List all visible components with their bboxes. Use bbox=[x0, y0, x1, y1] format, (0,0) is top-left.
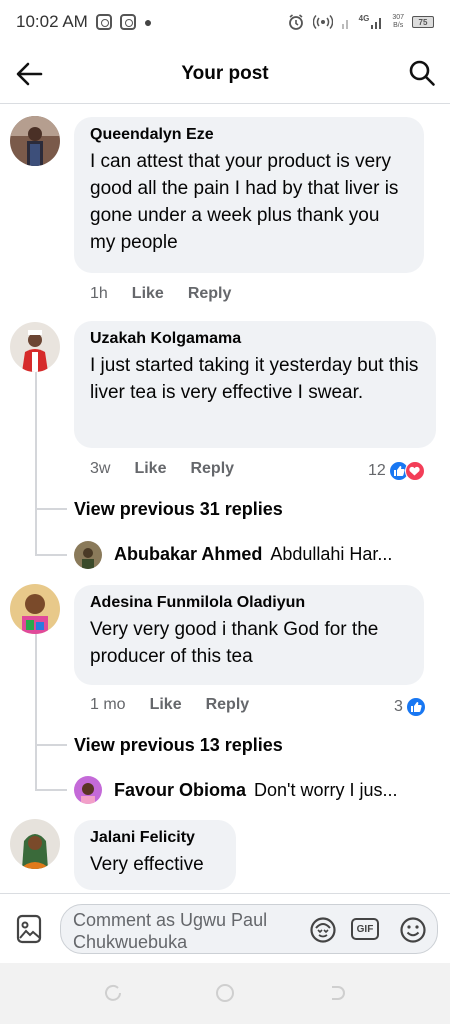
love-reaction-icon bbox=[404, 461, 425, 481]
recent-apps-icon[interactable] bbox=[103, 983, 123, 1003]
reply-button[interactable]: Reply bbox=[188, 285, 232, 303]
thread-line bbox=[35, 554, 67, 556]
comment-text: I can attest that your product is very g… bbox=[90, 151, 399, 253]
avatar[interactable] bbox=[74, 776, 102, 804]
reply-button[interactable]: Reply bbox=[206, 696, 250, 714]
emoji-icon[interactable] bbox=[399, 916, 427, 944]
status-time: 10:02 AM bbox=[16, 12, 88, 31]
reaction-summary[interactable]: 12 bbox=[368, 461, 425, 481]
system-nav-bar bbox=[0, 963, 450, 1024]
network-type: 4G bbox=[358, 14, 370, 23]
comment-bubble[interactable]: Queendalyn Eze I can attest that your pr… bbox=[74, 117, 424, 273]
photo-icon[interactable] bbox=[16, 914, 42, 944]
search-icon[interactable] bbox=[408, 59, 436, 87]
avatar[interactable] bbox=[74, 541, 102, 569]
comment-bubble[interactable]: Adesina Funmilola Oladiyun Very very goo… bbox=[74, 585, 424, 685]
comment-actions: 1 mo Like Reply bbox=[90, 696, 273, 714]
reaction-count: 12 bbox=[368, 462, 386, 479]
net-speed: 307 B/s bbox=[392, 14, 404, 30]
thread-line bbox=[35, 634, 37, 791]
comment-composer: Comment as Ugwu Paul Chukwuebuka GIF bbox=[0, 893, 450, 963]
app-header: Your post bbox=[0, 44, 450, 104]
like-button[interactable]: Like bbox=[150, 696, 182, 714]
view-previous-replies[interactable]: View previous 31 replies bbox=[74, 499, 283, 520]
reply-text: Don't worry I jus... bbox=[254, 780, 398, 800]
comment-bubble[interactable]: Jalani Felicity Very effective bbox=[74, 820, 236, 890]
thread-line bbox=[35, 508, 67, 510]
thread-line bbox=[35, 744, 67, 746]
thread-line bbox=[35, 372, 37, 556]
latest-reply[interactable]: Favour Obioma Don't worry I jus... bbox=[114, 780, 444, 801]
comment-actions: 1h Like Reply bbox=[90, 285, 255, 303]
comment-time: 3w bbox=[90, 460, 111, 477]
comment-placeholder: Comment as Ugwu Paul Chukwuebuka bbox=[73, 910, 268, 952]
reply-author[interactable]: Favour Obioma bbox=[114, 780, 246, 801]
net-speed-value: 307 bbox=[392, 14, 404, 21]
comment-author[interactable]: Adesina Funmilola Oladiyun bbox=[90, 594, 408, 612]
alarm-icon bbox=[288, 14, 303, 30]
comment-time: 1h bbox=[90, 285, 108, 302]
back-arrow-icon[interactable] bbox=[14, 59, 44, 89]
home-icon[interactable] bbox=[215, 983, 235, 1003]
battery-level: 75 bbox=[418, 17, 428, 27]
page-title: Your post bbox=[181, 62, 269, 84]
gif-button[interactable]: GIF bbox=[351, 918, 379, 940]
back-icon[interactable] bbox=[327, 983, 347, 1003]
avatar[interactable] bbox=[10, 116, 60, 166]
reply-button[interactable]: Reply bbox=[190, 460, 234, 478]
comment-actions: 3w Like Reply bbox=[90, 460, 258, 478]
net-speed-unit: B/s bbox=[393, 22, 404, 29]
more-notifications-icon: ● bbox=[143, 14, 153, 30]
instagram-icon bbox=[95, 14, 112, 30]
status-bar: 10:02 AM ● 4G 307 B/s 75 bbox=[0, 0, 450, 44]
avatar[interactable] bbox=[10, 819, 60, 869]
comment-author[interactable]: Jalani Felicity bbox=[90, 829, 220, 847]
reaction-count: 3 bbox=[394, 698, 403, 715]
reaction-summary[interactable]: 3 bbox=[394, 697, 426, 717]
like-button[interactable]: Like bbox=[132, 285, 164, 303]
view-previous-replies[interactable]: View previous 13 replies bbox=[74, 735, 283, 756]
comment-author[interactable]: Queendalyn Eze bbox=[90, 126, 408, 144]
thread-line bbox=[35, 789, 67, 791]
battery-icon: 75 bbox=[412, 16, 434, 28]
comment-input[interactable]: Comment as Ugwu Paul Chukwuebuka GIF bbox=[60, 904, 438, 954]
like-reaction-icon bbox=[405, 697, 426, 717]
avatar-sticker-icon[interactable] bbox=[309, 916, 337, 944]
hotspot-icon bbox=[312, 14, 333, 30]
reply-author[interactable]: Abubakar Ahmed bbox=[114, 544, 262, 565]
comment-text: I just started taking it yesterday but t… bbox=[90, 355, 419, 403]
comment-time: 1 mo bbox=[90, 696, 126, 713]
instagram-icon bbox=[119, 14, 136, 30]
comment-text: Very effective bbox=[90, 854, 204, 875]
like-button[interactable]: Like bbox=[134, 460, 166, 478]
avatar[interactable] bbox=[10, 322, 60, 372]
comment-bubble[interactable]: Uzakah Kolgamama I just started taking i… bbox=[74, 321, 436, 448]
signal-icon bbox=[341, 20, 348, 29]
signal-bars-icon bbox=[371, 18, 382, 29]
reply-text: Abdullahi Har... bbox=[270, 544, 393, 564]
comment-text: Very very good i thank God for the produ… bbox=[90, 619, 379, 667]
comment-author[interactable]: Uzakah Kolgamama bbox=[90, 330, 420, 348]
latest-reply[interactable]: Abubakar Ahmed Abdullahi Har... bbox=[114, 544, 444, 565]
avatar[interactable] bbox=[10, 584, 60, 634]
